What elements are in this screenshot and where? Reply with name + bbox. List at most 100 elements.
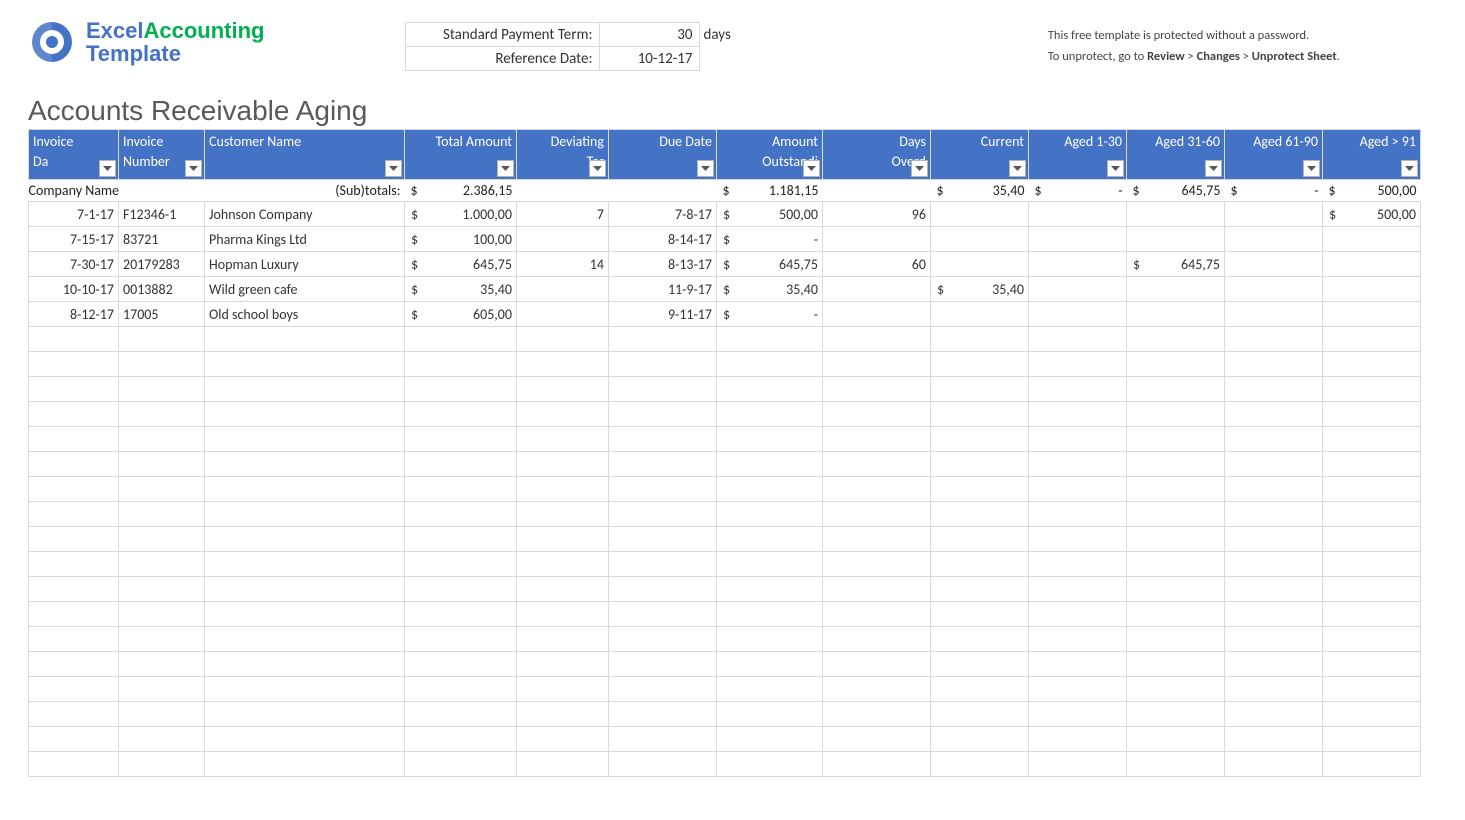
empty-cell[interactable] [205,727,405,752]
empty-cell[interactable] [823,452,931,477]
empty-cell[interactable] [717,352,823,377]
cell-days-overdue[interactable]: 60 [823,252,931,277]
empty-cell[interactable] [931,702,1029,727]
empty-cell[interactable] [717,402,823,427]
cell-aged-1-30[interactable] [1029,252,1127,277]
cell-aged-1-30[interactable] [1029,202,1127,227]
empty-cell[interactable] [717,752,823,777]
cell-customer-name[interactable]: Hopman Luxury [205,252,405,277]
empty-cell[interactable] [1225,377,1323,402]
empty-cell[interactable] [609,702,717,727]
empty-cell[interactable] [1323,727,1421,752]
empty-cell[interactable] [609,502,717,527]
empty-cell[interactable] [931,427,1029,452]
empty-cell[interactable] [823,327,931,352]
cell-amount-outstanding[interactable]: $- [717,227,823,252]
empty-cell[interactable] [205,752,405,777]
empty-cell[interactable] [717,452,823,477]
empty-cell[interactable] [931,352,1029,377]
empty-cell[interactable] [609,477,717,502]
empty-cell[interactable] [1029,452,1127,477]
empty-cell[interactable] [1127,452,1225,477]
empty-cell[interactable] [1029,502,1127,527]
empty-cell[interactable] [405,577,517,602]
empty-cell[interactable] [1225,752,1323,777]
empty-cell[interactable] [1127,477,1225,502]
empty-cell[interactable] [29,727,119,752]
empty-cell[interactable] [1029,327,1127,352]
empty-cell[interactable] [1127,327,1225,352]
empty-cell[interactable] [1225,427,1323,452]
hdr-aged-1-30[interactable]: Aged 1-30 [1029,130,1127,180]
empty-cell[interactable] [1225,477,1323,502]
filter-icon[interactable] [497,160,514,177]
hdr-current[interactable]: Current [931,130,1029,180]
empty-cell[interactable] [1127,552,1225,577]
empty-cell[interactable] [119,752,205,777]
hdr-amount-outstanding[interactable]: AmountOutstandi [717,130,823,180]
empty-cell[interactable] [1029,727,1127,752]
empty-cell[interactable] [1127,577,1225,602]
empty-cell[interactable] [119,552,205,577]
empty-cell[interactable] [205,452,405,477]
empty-cell[interactable] [1029,377,1127,402]
empty-cell[interactable] [205,477,405,502]
empty-cell[interactable] [717,577,823,602]
empty-cell[interactable] [205,427,405,452]
empty-cell[interactable] [405,627,517,652]
empty-cell[interactable] [1029,602,1127,627]
empty-cell[interactable] [717,702,823,727]
empty-cell[interactable] [29,327,119,352]
empty-cell[interactable] [931,727,1029,752]
empty-cell[interactable] [609,652,717,677]
cell-days-overdue[interactable] [823,302,931,327]
empty-cell[interactable] [717,502,823,527]
empty-cell[interactable] [823,352,931,377]
cell-total-amount[interactable]: $35,40 [405,277,517,302]
empty-cell[interactable] [823,427,931,452]
empty-cell[interactable] [29,377,119,402]
empty-cell[interactable] [405,527,517,552]
empty-cell[interactable] [931,652,1029,677]
cell-invoice-date[interactable]: 7-30-17 [29,252,119,277]
cell-invoice-date[interactable]: 8-12-17 [29,302,119,327]
empty-cell[interactable] [29,452,119,477]
filter-icon[interactable] [99,160,116,177]
empty-cell[interactable] [119,402,205,427]
empty-cell[interactable] [717,327,823,352]
cell-current[interactable]: $35,40 [931,277,1029,302]
empty-cell[interactable] [1029,352,1127,377]
empty-cell[interactable] [823,702,931,727]
empty-cell[interactable] [1323,552,1421,577]
empty-cell[interactable] [1127,502,1225,527]
empty-cell[interactable] [609,352,717,377]
empty-cell[interactable] [119,527,205,552]
cell-deviating-term[interactable] [517,277,609,302]
cell-aged-61-90[interactable] [1225,252,1323,277]
cell-invoice-number[interactable]: F12346-1 [119,202,205,227]
hdr-invoice-date[interactable]: InvoiceDa [29,130,119,180]
filter-icon[interactable] [385,160,402,177]
empty-cell[interactable] [205,652,405,677]
empty-cell[interactable] [931,627,1029,652]
empty-cell[interactable] [29,752,119,777]
empty-cell[interactable] [29,677,119,702]
cell-invoice-number[interactable]: 83721 [119,227,205,252]
filter-icon[interactable] [1205,160,1222,177]
empty-cell[interactable] [609,752,717,777]
empty-cell[interactable] [1225,502,1323,527]
empty-cell[interactable] [717,602,823,627]
empty-cell[interactable] [1323,327,1421,352]
empty-cell[interactable] [119,602,205,627]
filter-icon[interactable] [1303,160,1320,177]
empty-cell[interactable] [517,552,609,577]
filter-icon[interactable] [1009,160,1026,177]
empty-cell[interactable] [1225,652,1323,677]
empty-cell[interactable] [717,527,823,552]
empty-cell[interactable] [1127,402,1225,427]
empty-cell[interactable] [717,652,823,677]
empty-cell[interactable] [119,452,205,477]
empty-cell[interactable] [517,602,609,627]
cell-aged-61-90[interactable] [1225,227,1323,252]
empty-cell[interactable] [1225,727,1323,752]
